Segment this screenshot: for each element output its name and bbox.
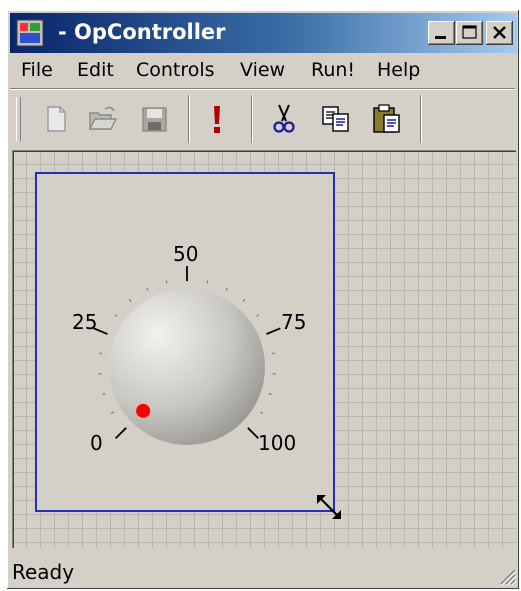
run-exclamation-icon	[214, 106, 220, 133]
open-folder-icon	[88, 106, 118, 130]
toolbar-separator	[420, 95, 422, 143]
maximize-icon	[462, 25, 477, 39]
open-button[interactable]	[87, 103, 119, 135]
cut-button[interactable]	[268, 103, 300, 135]
toolbar	[10, 91, 517, 149]
menu-view[interactable]: View	[240, 59, 285, 81]
menu-edit[interactable]: Edit	[77, 59, 114, 81]
menu-help[interactable]: Help	[377, 59, 420, 81]
dial-label-25: 25	[72, 310, 98, 334]
paste-button[interactable]	[371, 103, 403, 135]
dial-knob[interactable]	[37, 174, 333, 510]
run-button[interactable]	[201, 103, 233, 135]
toolbar-separator	[251, 95, 253, 143]
close-button[interactable]	[486, 21, 513, 45]
dial-major-tick	[114, 427, 127, 440]
status-bar: Ready	[10, 556, 517, 586]
dial-major-tick	[247, 427, 260, 440]
menu-file[interactable]: File	[21, 59, 53, 81]
new-file-icon	[47, 106, 66, 132]
dial-major-tick	[266, 327, 281, 335]
design-canvas[interactable]: 50 25 75 0 100	[12, 150, 516, 548]
dial-minor-tick	[128, 298, 132, 302]
status-text: Ready	[12, 560, 75, 584]
dial-minor-tick	[110, 411, 114, 415]
close-icon	[493, 26, 506, 39]
size-grip-icon[interactable]	[495, 564, 517, 586]
dial-minor-tick	[242, 298, 246, 302]
dial-indicator	[136, 403, 151, 418]
new-button[interactable]	[40, 103, 72, 135]
app-icon[interactable]	[15, 18, 45, 48]
menu-controls[interactable]: Controls	[136, 59, 215, 81]
dial-minor-tick	[146, 287, 149, 291]
menu-run[interactable]: Run!	[311, 59, 355, 81]
paste-icon	[373, 104, 400, 133]
toolbar-separator	[188, 95, 190, 143]
save-button[interactable]	[138, 103, 170, 135]
cut-scissors-icon	[273, 104, 295, 133]
save-disk-icon	[142, 107, 167, 132]
copy-button[interactable]	[320, 103, 352, 135]
toolbar-grip[interactable]	[16, 97, 21, 141]
dial-minor-tick	[268, 393, 272, 396]
resize-arrow-icon[interactable]	[312, 490, 346, 524]
minimize-button[interactable]	[428, 21, 455, 45]
minimize-icon	[435, 36, 446, 39]
dial-label-75: 75	[281, 310, 307, 334]
dial-control-frame[interactable]: 50 25 75 0 100	[35, 172, 335, 512]
dial-label-100: 100	[258, 431, 297, 455]
dial-minor-tick	[165, 280, 168, 284]
dial-label-50: 50	[173, 242, 199, 266]
menu-bar: File Edit Controls View Run! Help	[10, 55, 517, 87]
dial-minor-tick	[260, 411, 264, 415]
title-bar[interactable]: - OpController	[10, 13, 517, 53]
maximize-button[interactable]	[456, 21, 483, 45]
app-window: - OpController File Edit Controls View R…	[7, 10, 519, 589]
dial-minor-tick	[102, 393, 106, 396]
copy-icon	[322, 106, 349, 132]
dial-minor-tick	[114, 314, 118, 317]
dial-minor-tick	[225, 287, 228, 291]
menu-divider	[10, 88, 515, 90]
dial-minor-tick	[256, 314, 260, 317]
window-title: - OpController	[58, 20, 226, 44]
knob-face[interactable]	[109, 289, 265, 445]
dial-minor-tick	[206, 280, 209, 284]
dial-label-0: 0	[90, 431, 103, 455]
